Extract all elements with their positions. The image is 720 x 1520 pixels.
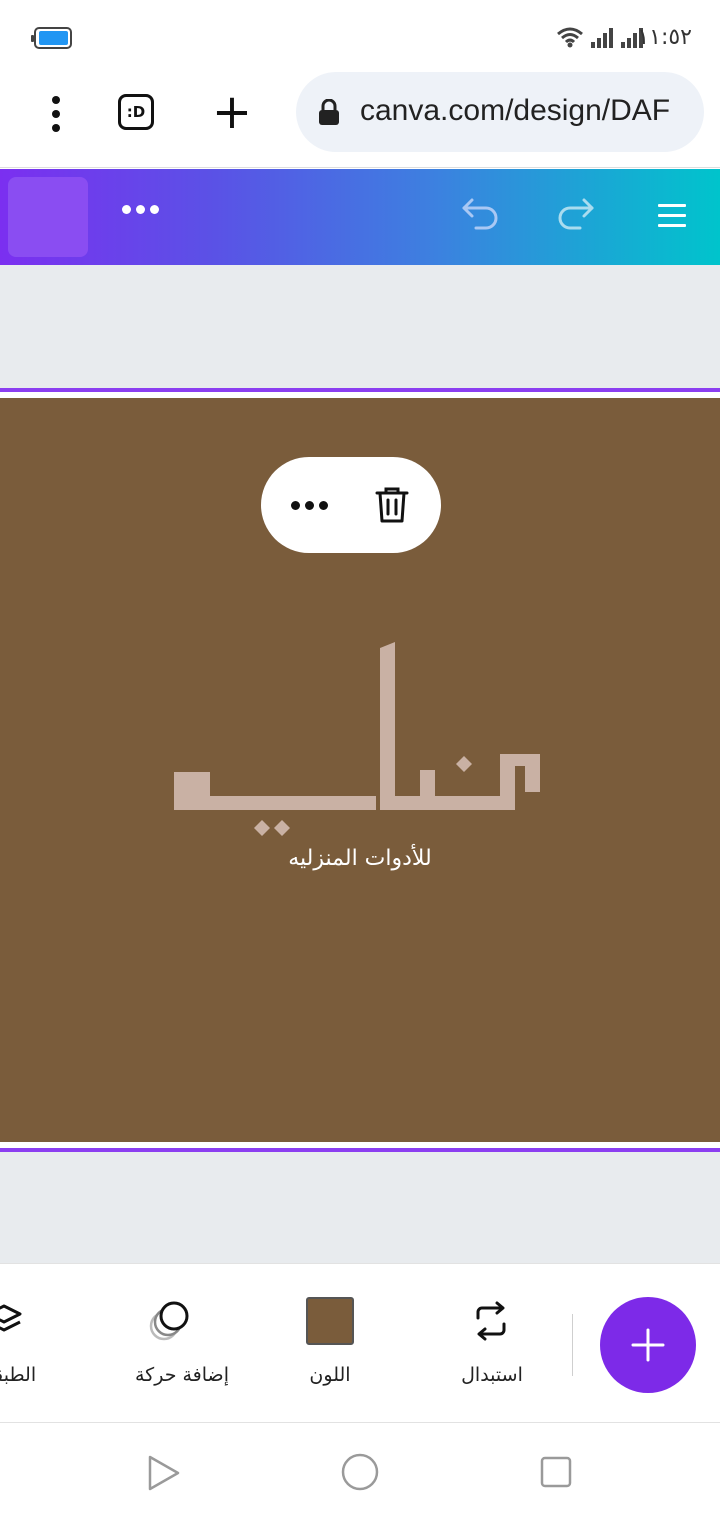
menu-icon[interactable]	[656, 200, 688, 232]
signal-icon-1	[591, 28, 613, 48]
trash-icon[interactable]	[375, 485, 409, 525]
color-swatch	[306, 1297, 354, 1345]
layers-icon	[0, 1304, 22, 1332]
new-tab-button[interactable]: +	[210, 86, 254, 138]
replace-icon	[476, 1301, 506, 1341]
redo-icon[interactable]	[554, 196, 596, 232]
bottom-toolbar: الطبقة إضافة حركة اللون استبدال	[0, 1263, 720, 1423]
battery-level	[39, 31, 68, 45]
animate-icon	[149, 1301, 189, 1341]
url-text: canva.com/design/DAF	[360, 94, 671, 127]
animate-button[interactable]: إضافة حركة	[112, 1264, 252, 1424]
clock: ١١:٥٢	[637, 25, 692, 50]
add-element-button[interactable]	[600, 1297, 696, 1393]
recents-icon[interactable]	[538, 1454, 574, 1490]
layers-button[interactable]: الطبقة	[0, 1264, 50, 1424]
home-button[interactable]	[8, 177, 88, 257]
lock-icon	[319, 99, 339, 125]
color-button[interactable]: اللون	[280, 1264, 380, 1424]
toolbar-divider	[572, 1314, 573, 1376]
status-bar: ١١:٥٢	[0, 0, 720, 72]
back-icon[interactable]	[146, 1454, 182, 1492]
system-nav-bar	[0, 1424, 720, 1520]
address-bar[interactable]: canva.com/design/DAF	[296, 72, 704, 152]
animate-label: إضافة حركة	[135, 1364, 229, 1386]
plus-icon	[631, 1328, 665, 1362]
undo-icon[interactable]	[460, 196, 502, 232]
battery-icon	[31, 27, 72, 49]
layers-label: الطبقة	[0, 1364, 37, 1386]
editor-header	[0, 169, 720, 265]
tab-switcher-button[interactable]: :D	[118, 94, 154, 130]
browser-menu-icon[interactable]	[40, 92, 72, 136]
status-icons	[556, 26, 644, 48]
more-icon[interactable]	[291, 501, 328, 510]
replace-button[interactable]: استبدال	[440, 1264, 544, 1424]
browser-toolbar: :D + canva.com/design/DAF	[0, 72, 720, 168]
brand-logo-artwork[interactable]	[170, 642, 550, 842]
element-context-menu	[261, 457, 441, 553]
wifi-icon	[557, 27, 583, 48]
replace-label: استبدال	[461, 1364, 523, 1386]
color-label: اللون	[309, 1364, 351, 1386]
more-icon[interactable]	[122, 205, 159, 214]
logo-tagline[interactable]: للأدوات المنزليه	[200, 846, 520, 871]
home-icon[interactable]	[340, 1452, 380, 1492]
